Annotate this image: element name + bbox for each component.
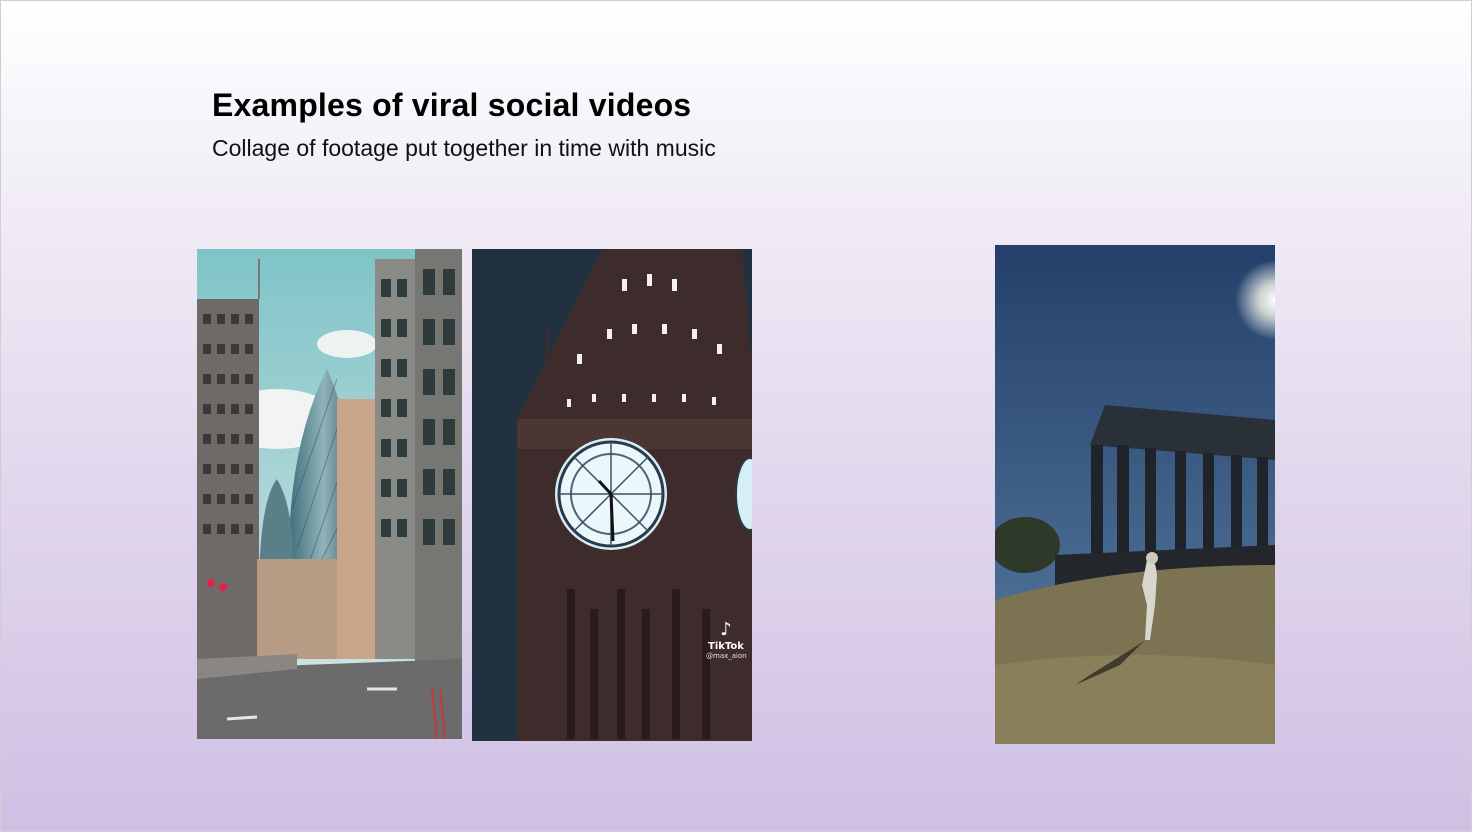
- big-ben-image: [472, 249, 752, 741]
- city-street-image: [197, 249, 462, 739]
- tiktok-handle: @max_aion: [706, 652, 747, 660]
- slide-title: Examples of viral social videos: [212, 87, 692, 123]
- video-hilltop-monument[interactable]: [995, 245, 1275, 744]
- tiktok-brand: TikTok: [708, 641, 744, 652]
- slide-subtitle: Collage of footage put together in time …: [212, 135, 716, 161]
- video-big-ben[interactable]: ♪ TikTok @max_aion: [472, 249, 752, 741]
- tiktok-watermark: ♪ TikTok @max_aion: [706, 619, 747, 661]
- tiktok-note-icon: ♪: [720, 619, 732, 640]
- hilltop-monument-image: [995, 245, 1275, 744]
- slide: Examples of viral social videos Collage …: [0, 0, 1472, 832]
- video-city-street[interactable]: [197, 249, 462, 739]
